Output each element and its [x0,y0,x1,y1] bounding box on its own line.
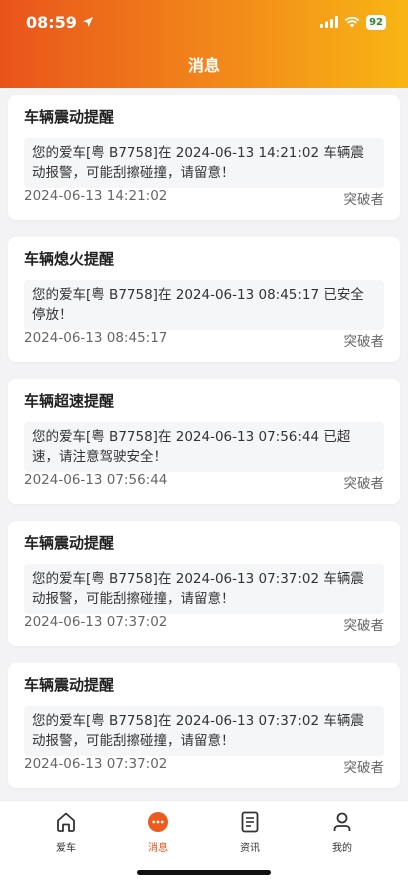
page-title: 消息 [187,56,220,75]
message-time: 2024-06-13 07:56:44 [24,472,168,488]
home-icon [57,812,75,832]
profile-icon [333,812,351,831]
message-card[interactable]: 车辆熄火提醒 您的爱车[粤 B7758]在 2024-06-13 08:45:1… [8,237,400,362]
message-title: 车辆超速提醒 [24,392,115,410]
message-body: 您的爱车[粤 B7758]在 2024-06-13 07:56:44 已超速，请… [24,422,384,472]
message-sender: 突破者 [343,760,385,776]
location-arrow-icon [82,17,93,27]
message-time: 2024-06-13 07:37:02 [24,614,168,630]
news-icon [241,811,259,833]
message-list[interactable]: 车辆震动提醒 您的爱车[粤 B7758]在 2024-06-13 14:21:0… [8,95,400,805]
tab-label: 我的 [332,843,352,854]
message-time: 2024-06-13 08:45:17 [24,330,168,346]
message-icon [148,812,168,832]
message-footer: 2024-06-13 07:37:02 突破者 [24,756,384,776]
wifi-icon [344,16,360,28]
header: 08:59 92 消息 [0,0,408,88]
tab-label: 爱车 [56,843,76,854]
message-body: 您的爱车[粤 B7758]在 2024-06-13 07:37:02 车辆震动报… [24,564,384,614]
tab-label: 消息 [148,843,168,854]
tab-car[interactable]: 爱车 [36,801,96,883]
message-card[interactable]: 车辆震动提醒 您的爱车[粤 B7758]在 2024-06-13 14:21:0… [8,95,400,220]
message-card[interactable]: 车辆震动提醒 您的爱车[粤 B7758]在 2024-06-13 07:37:0… [8,521,400,646]
message-title: 车辆震动提醒 [24,534,115,552]
message-footer: 2024-06-13 07:37:02 突破者 [24,614,384,634]
status-indicators: 92 [320,14,386,30]
message-card[interactable]: 车辆超速提醒 您的爱车[粤 B7758]在 2024-06-13 07:56:4… [8,379,400,504]
message-sender: 突破者 [343,476,385,492]
tab-label: 资讯 [240,843,260,854]
message-sender: 突破者 [343,334,385,350]
message-sender: 突破者 [343,618,385,634]
message-footer: 2024-06-13 07:56:44 突破者 [24,472,384,492]
message-sender: 突破者 [343,192,385,208]
status-time: 08:59 [26,13,94,32]
status-bar: 08:59 92 [0,0,408,44]
battery-indicator: 92 [366,14,386,30]
status-time-text: 08:59 [26,12,77,32]
message-body: 您的爱车[粤 B7758]在 2024-06-13 07:37:02 车辆震动报… [24,706,384,756]
message-body: 您的爱车[粤 B7758]在 2024-06-13 14:21:02 车辆震动报… [24,138,384,188]
home-indicator [137,870,271,875]
message-time: 2024-06-13 07:37:02 [24,756,168,772]
message-title: 车辆震动提醒 [24,108,115,126]
tab-profile[interactable]: 我的 [312,801,372,883]
message-footer: 2024-06-13 14:21:02 突破者 [24,188,384,208]
message-body: 您的爱车[粤 B7758]在 2024-06-13 08:45:17 已安全停放… [24,280,384,330]
message-card[interactable]: 车辆震动提醒 您的爱车[粤 B7758]在 2024-06-13 07:37:0… [8,663,400,788]
message-title: 车辆熄火提醒 [24,250,115,268]
signal-icon [320,16,339,28]
message-footer: 2024-06-13 08:45:17 突破者 [24,330,384,350]
message-time: 2024-06-13 14:21:02 [24,188,168,204]
message-title: 车辆震动提醒 [24,676,115,694]
